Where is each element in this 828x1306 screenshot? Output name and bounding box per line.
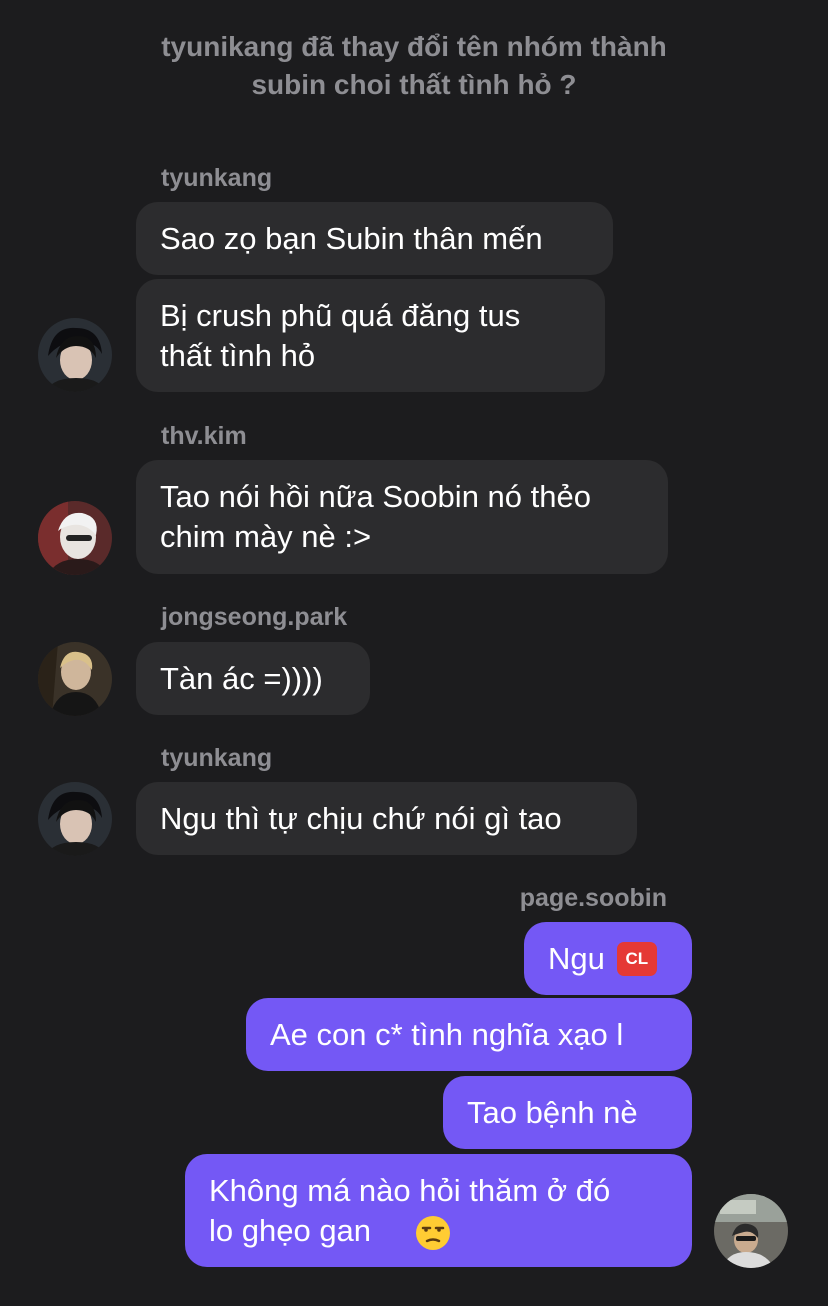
message-text: Sao zọ bạn Subin thân mến — [160, 220, 543, 256]
message-text: Ngu — [548, 940, 605, 976]
avatar-tyunkang[interactable] — [38, 318, 112, 392]
message-text: Tao nói hồi nữa Soobin nó thẻo chim mày … — [160, 479, 591, 554]
message-bubble[interactable]: Tàn ác =)))) — [136, 642, 370, 715]
message-bubble[interactable]: Sao zọ bạn Subin thân mến — [136, 202, 613, 275]
message-bubble[interactable]: Ae con c* tình nghĩa xạo l — [246, 998, 692, 1071]
message-bubble[interactable]: Tao bệnh nè — [443, 1076, 692, 1149]
message-text: Bị crush phũ quá đăng tus thất tình hỏ — [160, 297, 521, 373]
sender-name-tyunkang[interactable]: tyunkang — [161, 163, 272, 193]
unamused-face-icon — [415, 1215, 451, 1261]
sender-name-tyunkang[interactable]: tyunkang — [161, 743, 272, 773]
avatar-thv-kim[interactable] — [38, 501, 112, 575]
message-text: Tàn ác =)))) — [160, 660, 323, 696]
avatar-page-soobin[interactable] — [714, 1194, 788, 1268]
message-text: Ae con c* tình nghĩa xạo l — [270, 1016, 624, 1052]
sender-name-jongseong-park[interactable]: jongseong.park — [161, 602, 347, 632]
message-bubble[interactable]: Ngu thì tự chịu chứ nói gì tao — [136, 782, 637, 855]
group-rename-notice: tyunikang đã thay đổi tên nhóm thành sub… — [161, 31, 667, 100]
message-bubble[interactable]: Tao nói hồi nữa Soobin nó thẻo chim mày … — [136, 460, 668, 574]
message-bubble[interactable]: Không má nào hỏi thăm ở đó lo ghẹo gan — [185, 1154, 692, 1267]
message-bubble[interactable]: Ngu CL — [524, 922, 692, 995]
avatar-tyunkang[interactable] — [38, 782, 112, 856]
message-text: Không má nào hỏi thăm ở đó lo ghẹo gan — [209, 1172, 611, 1248]
message-text: Tao bệnh nè — [467, 1094, 638, 1130]
message-text: Ngu thì tự chịu chứ nói gì tao — [160, 800, 562, 836]
avatar-jongseong-park[interactable] — [38, 642, 112, 716]
message-bubble[interactable]: Bị crush phũ quá đăng tus thất tình hỏ — [136, 279, 605, 392]
sender-name-page-soobin[interactable]: page.soobin — [520, 883, 667, 913]
sender-name-thv-kim[interactable]: thv.kim — [161, 421, 247, 451]
cl-button-icon: CL — [616, 941, 657, 976]
